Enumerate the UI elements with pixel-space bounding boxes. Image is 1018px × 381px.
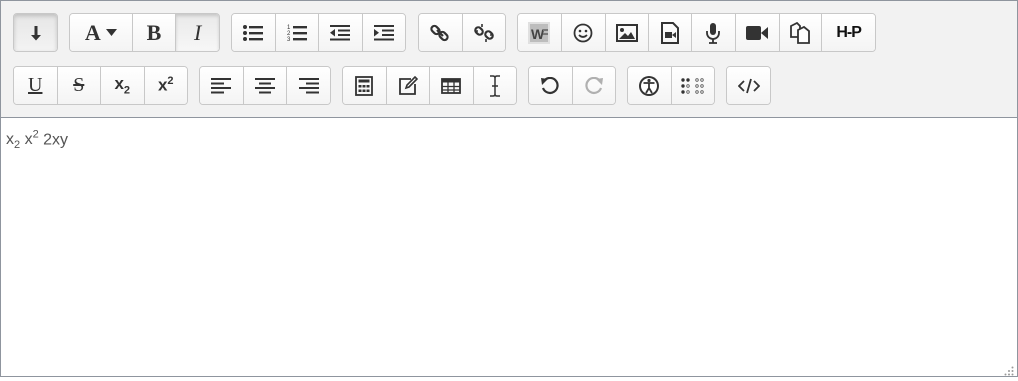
bold-label: B — [146, 19, 162, 45]
unordered-list-button[interactable] — [232, 14, 276, 51]
text-style-group: A B I — [69, 13, 220, 52]
subscript-mark: 2 — [123, 84, 131, 97]
superscript-mark: 2 — [167, 75, 174, 88]
redo-button[interactable] — [572, 67, 615, 104]
record-audio-button[interactable] — [692, 14, 736, 51]
record-video-button[interactable] — [735, 14, 780, 51]
list-group: 123 — [231, 13, 406, 52]
subscript-value: 2 — [14, 139, 21, 152]
indent-button[interactable] — [362, 14, 405, 51]
strikethrough-button[interactable]: S — [57, 67, 101, 104]
table-button[interactable] — [430, 67, 474, 104]
history-group — [528, 66, 616, 105]
collapse-arrow-icon — [29, 24, 43, 42]
plain-text: 2xy — [43, 131, 69, 149]
text-editor: A B I 123 W H-P U S x2 x2 x2 x2 2xy — [0, 0, 1018, 377]
accessibility-group — [627, 66, 715, 105]
unordered-list-icon — [243, 24, 264, 41]
cursor-text-button[interactable] — [473, 67, 516, 104]
subscript-label: x2 — [114, 74, 131, 97]
media-file-button[interactable] — [649, 14, 693, 51]
record-video-icon — [746, 25, 769, 40]
collapse-group — [13, 13, 58, 52]
html-group — [726, 66, 771, 105]
edit-button[interactable] — [386, 67, 430, 104]
align-group — [199, 66, 331, 105]
align-right-icon — [298, 77, 319, 94]
text-format-group: U S x2 x2 — [13, 66, 188, 105]
link-icon — [430, 23, 450, 43]
table-icon — [441, 77, 462, 94]
undo-icon — [541, 76, 559, 95]
emoticon-button[interactable] — [561, 14, 606, 51]
chevron-down-icon — [105, 29, 117, 36]
html-source-icon — [737, 78, 760, 94]
font-style-label: A — [84, 19, 101, 45]
subscript-button[interactable]: x2 — [101, 67, 145, 104]
align-center-icon — [255, 77, 275, 94]
editor-toolbar: A B I 123 W H-P U S x2 x2 — [1, 1, 1017, 118]
equation-editor-icon — [355, 75, 374, 96]
h5p-icon: H-P — [836, 23, 862, 41]
braille-button[interactable] — [671, 67, 714, 104]
unlink-button[interactable] — [462, 14, 505, 51]
manage-files-button[interactable] — [779, 14, 823, 51]
superscript-expression: x2 — [24, 129, 39, 149]
link-group — [418, 13, 506, 52]
image-icon — [615, 23, 638, 42]
ordered-list-button[interactable]: 123 — [275, 14, 319, 51]
accessibility-checker-icon — [638, 75, 660, 97]
unlink-icon — [473, 23, 494, 43]
italic-label: I — [193, 19, 202, 45]
redo-icon — [585, 76, 603, 95]
media-file-icon — [661, 21, 680, 44]
align-left-icon — [211, 77, 232, 94]
manage-files-icon — [789, 21, 811, 44]
link-button[interactable] — [419, 14, 463, 51]
equation-editor-button[interactable] — [343, 67, 387, 104]
word-import-button[interactable]: W — [518, 14, 562, 51]
collapse-button[interactable] — [14, 14, 57, 51]
cursor-text-icon — [489, 74, 501, 97]
word-import-icon: W — [528, 21, 551, 44]
font-style-button[interactable]: A — [70, 14, 133, 51]
record-audio-icon — [705, 22, 721, 44]
superscript-button[interactable]: x2 — [144, 67, 187, 104]
italic-button[interactable]: I — [176, 14, 219, 51]
insert-group — [342, 66, 517, 105]
align-left-button[interactable] — [200, 67, 244, 104]
underline-button[interactable]: U — [14, 67, 58, 104]
h5p-button[interactable]: H-P — [822, 14, 875, 51]
svg-text:W: W — [531, 26, 545, 42]
edit-icon — [398, 75, 418, 96]
editor-content[interactable]: x2 x2 2xy — [6, 129, 68, 152]
resize-handle[interactable] — [1004, 363, 1014, 376]
svg-text:3: 3 — [287, 37, 291, 42]
align-center-button[interactable] — [243, 67, 288, 104]
accessibility-checker-button[interactable] — [628, 67, 672, 104]
subscript-expression: x2 — [6, 131, 21, 152]
underline-label: U — [28, 74, 43, 96]
outdent-button[interactable] — [319, 14, 363, 51]
ordered-list-icon: 123 — [287, 24, 307, 42]
outdent-icon — [330, 24, 351, 41]
undo-button[interactable] — [529, 67, 573, 104]
html-source-button[interactable] — [727, 67, 770, 104]
superscript-value: 2 — [32, 129, 39, 141]
superscript-label: x2 — [157, 75, 174, 95]
emoticon-icon — [573, 23, 593, 43]
align-right-button[interactable] — [287, 67, 330, 104]
image-button[interactable] — [605, 14, 650, 51]
braille-icon — [681, 77, 705, 94]
bold-button[interactable]: B — [132, 14, 177, 51]
strikethrough-label: S — [73, 74, 85, 96]
indent-icon — [373, 24, 394, 41]
media-group: W H-P — [517, 13, 876, 52]
